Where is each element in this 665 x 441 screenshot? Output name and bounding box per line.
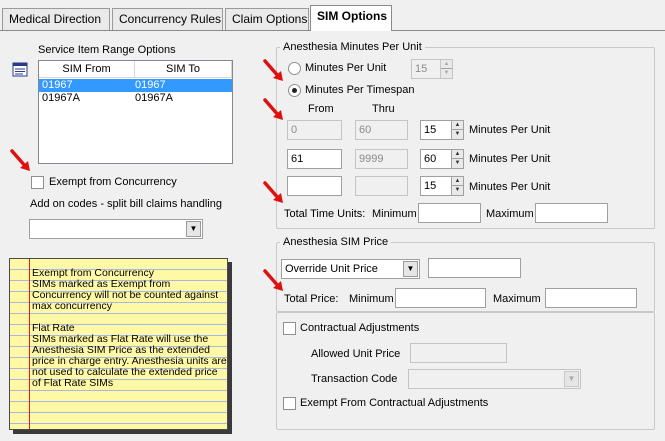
timespan-mpu-input-1[interactable]: 15 — [420, 120, 452, 140]
transaction-code-select[interactable]: ▼ — [408, 369, 581, 389]
timespan-thru-input-2[interactable]: 9999 — [355, 149, 408, 169]
minutes-per-unit-label: Minutes Per Unit — [305, 62, 387, 74]
transaction-code-label: Transaction Code — [311, 373, 398, 385]
total-time-minimum-label: Minimum — [372, 208, 417, 220]
spin-up-icon[interactable]: ▲ — [452, 150, 463, 159]
addon-codes-label: Add on codes - split bill claims handlin… — [30, 198, 222, 210]
chevron-down-icon[interactable]: ▼ — [403, 261, 418, 277]
notepad-icon[interactable] — [12, 61, 30, 77]
tab-sim-options[interactable]: SIM Options — [310, 5, 392, 31]
total-time-units-label: Total Time Units: — [284, 208, 366, 220]
contractual-adjustments-label: Contractual Adjustments — [300, 322, 420, 334]
red-arrow-icon — [263, 269, 283, 291]
tab-medical-direction[interactable]: Medical Direction — [2, 8, 110, 30]
total-time-maximum-input[interactable] — [535, 203, 608, 223]
timespan-from-input-3[interactable] — [287, 176, 342, 196]
red-arrow-icon — [10, 149, 30, 171]
tab-label: SIM Options — [317, 9, 387, 23]
spin-up-icon[interactable]: ▲ — [452, 177, 463, 186]
minutes-per-unit-input[interactable]: 15 — [411, 59, 441, 79]
spin-up-icon[interactable]: ▲ — [452, 121, 463, 130]
notepad-margin-line — [29, 259, 30, 429]
total-price-maximum-label: Maximum — [493, 293, 541, 305]
addon-codes-select[interactable]: ▼ — [29, 219, 203, 239]
contractual-adjustments-checkbox[interactable] — [283, 322, 296, 335]
spin-down-icon[interactable]: ▼ — [452, 130, 463, 139]
tab-label: Medical Direction — [9, 12, 102, 26]
timespan-from-input-1[interactable]: 0 — [287, 120, 342, 140]
total-price-minimum-label: Minimum — [349, 293, 394, 305]
column-header-sim-to[interactable]: SIM To — [135, 61, 232, 78]
allowed-unit-price-input[interactable] — [410, 343, 507, 363]
exempt-concurrency-checkbox[interactable] — [31, 176, 44, 189]
list-item[interactable]: 01967A 01967A — [39, 92, 232, 105]
total-price-label: Total Price: — [284, 293, 339, 305]
anesthesia-minutes-title: Anesthesia Minutes Per Unit — [280, 41, 425, 53]
list-item[interactable]: 01967 01967 — [39, 79, 232, 92]
sim-to-cell: 01967 — [135, 79, 166, 91]
spin-up-icon[interactable]: ▲ — [441, 60, 452, 69]
spin-down-icon[interactable]: ▼ — [441, 69, 452, 78]
minutes-per-timespan-label: Minutes Per Timespan — [305, 84, 415, 96]
service-item-title: Service Item Range Options — [38, 44, 176, 56]
tab-concurrency-rules[interactable]: Concurrency Rules — [112, 8, 223, 30]
chevron-down-icon[interactable]: ▼ — [564, 371, 579, 387]
help-notepad: Exempt from Concurrency SIMs marked as E… — [9, 258, 228, 430]
exempt-contractual-checkbox[interactable] — [283, 397, 296, 410]
red-arrow-icon — [263, 181, 283, 203]
sim-to-cell: 01967A — [135, 92, 173, 104]
sim-from-cell: 01967 — [42, 79, 73, 91]
spin-down-icon[interactable]: ▼ — [452, 159, 463, 168]
price-value-input[interactable] — [428, 258, 521, 278]
total-price-minimum-input[interactable] — [395, 288, 486, 308]
timespan-thru-input-3[interactable] — [355, 176, 408, 196]
total-time-minimum-input[interactable] — [418, 203, 481, 223]
timespan-from-input-2[interactable]: 61 — [287, 149, 342, 169]
thru-column-label: Thru — [372, 103, 395, 115]
timespan-mpu-spinner-1[interactable]: ▲ ▼ — [451, 120, 464, 140]
minutes-per-timespan-radio[interactable] — [288, 84, 301, 97]
total-time-maximum-label: Maximum — [486, 208, 534, 220]
exempt-contractual-label: Exempt From Contractual Adjustments — [300, 397, 489, 409]
tab-label: Concurrency Rules — [119, 12, 222, 26]
from-column-label: From — [308, 103, 334, 115]
spin-down-icon[interactable]: ▼ — [452, 186, 463, 195]
timespan-mpu-input-2[interactable]: 60 — [420, 149, 452, 169]
timespan-mpu-spinner-3[interactable]: ▲ ▼ — [451, 176, 464, 196]
help-note-text: Exempt from Concurrency SIMs marked as E… — [32, 267, 227, 389]
timespan-thru-input-1[interactable]: 60 — [355, 120, 408, 140]
mpu-label-3: Minutes Per Unit — [469, 181, 551, 193]
timespan-mpu-spinner-2[interactable]: ▲ ▼ — [451, 149, 464, 169]
minutes-per-unit-radio[interactable] — [288, 62, 301, 75]
tab-bar: Medical Direction Concurrency Rules Clai… — [0, 0, 665, 31]
mpu-label-2: Minutes Per Unit — [469, 153, 551, 165]
tab-label: Claim Options — [232, 12, 308, 26]
red-arrow-icon — [263, 59, 283, 81]
tab-claim-options[interactable]: Claim Options — [225, 8, 309, 30]
allowed-unit-price-label: Allowed Unit Price — [311, 348, 401, 360]
exempt-concurrency-label: Exempt from Concurrency — [49, 176, 177, 188]
column-header-sim-from[interactable]: SIM From — [39, 61, 135, 78]
chevron-down-icon[interactable]: ▼ — [186, 221, 201, 237]
price-type-select[interactable]: Override Unit Price ▼ — [281, 259, 420, 279]
red-arrow-icon — [263, 98, 283, 120]
timespan-mpu-input-3[interactable]: 15 — [420, 176, 452, 196]
anesthesia-sim-price-title: Anesthesia SIM Price — [280, 236, 392, 248]
sim-from-cell: 01967A — [42, 92, 80, 104]
price-type-value: Override Unit Price — [285, 263, 378, 275]
mpu-label-1: Minutes Per Unit — [469, 124, 551, 136]
service-item-list[interactable]: SIM From SIM To 01967 01967 01967A 01967… — [38, 60, 233, 164]
minutes-per-unit-spinner[interactable]: ▲ ▼ — [440, 59, 453, 79]
total-price-maximum-input[interactable] — [545, 288, 637, 308]
